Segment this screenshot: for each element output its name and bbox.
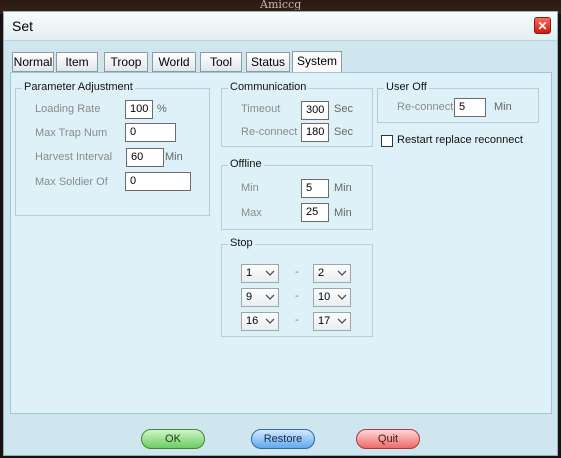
- chevron-down-icon: [265, 318, 275, 324]
- parameter-adjustment-title: Parameter Adjustment: [22, 81, 135, 93]
- offline-max-unit: Min: [334, 207, 352, 219]
- stop-row-1-to-select[interactable]: 2: [313, 264, 351, 283]
- offline-group: Offline Min 5 Min Max 25 Min: [221, 158, 373, 230]
- tab-item[interactable]: Item: [56, 52, 98, 72]
- harvest-interval-unit: Min: [165, 151, 183, 163]
- offline-title: Offline: [228, 158, 264, 170]
- system-panel: Parameter Adjustment Loading Rate 100 % …: [10, 72, 552, 414]
- timeout-unit: Sec: [334, 103, 353, 115]
- offline-min-label: Min: [241, 182, 259, 194]
- harvest-interval-label: Harvest Interval: [35, 151, 113, 163]
- tab-system[interactable]: System: [292, 51, 342, 73]
- user-off-reconnect-input[interactable]: 5: [454, 98, 486, 117]
- stop-row-1-from-value: 1: [246, 267, 253, 279]
- tab-world[interactable]: World: [152, 52, 196, 72]
- stop-row-2-to-select[interactable]: 10: [313, 288, 351, 307]
- timeout-input[interactable]: 300: [301, 101, 329, 120]
- user-off-group: User Off Re-connect 5 Min: [377, 81, 539, 123]
- communication-title: Communication: [228, 81, 309, 93]
- settings-dialog: Set ✕ Normal Item Troop World Tool Statu…: [3, 11, 558, 456]
- quit-button[interactable]: Quit: [356, 429, 420, 449]
- tab-tool[interactable]: Tool: [200, 52, 242, 72]
- tab-normal[interactable]: Normal: [12, 52, 54, 72]
- close-button[interactable]: ✕: [534, 17, 551, 34]
- comm-reconnect-label: Re-connect: [241, 126, 298, 138]
- stop-row-3-dash: -: [295, 314, 299, 326]
- comm-reconnect-input[interactable]: 180: [301, 123, 329, 142]
- loading-rate-input[interactable]: 100: [125, 100, 153, 119]
- stop-group: Stop 1 - 2 9 - 10 16 - 17: [221, 237, 373, 337]
- restart-replace-reconnect-label: Restart replace reconnect: [397, 134, 523, 146]
- dialog-title: Set: [12, 18, 34, 34]
- stop-row-1-from-select[interactable]: 1: [241, 264, 279, 283]
- stop-row-3-to-value: 17: [318, 315, 331, 327]
- stop-row-3-to-select[interactable]: 17: [313, 312, 351, 331]
- restart-replace-reconnect-checkbox[interactable]: [381, 135, 393, 147]
- max-trap-num-label: Max Trap Num: [35, 127, 108, 139]
- max-trap-num-input[interactable]: 0: [125, 123, 176, 142]
- stop-row-2-from-value: 9: [246, 291, 253, 303]
- stop-row-1-dash: -: [295, 266, 299, 278]
- timeout-label: Timeout: [241, 103, 281, 115]
- comm-reconnect-unit: Sec: [334, 126, 353, 138]
- background-game-title: Amiccg: [260, 0, 302, 10]
- chevron-down-icon: [265, 270, 275, 276]
- offline-max-label: Max: [241, 207, 262, 219]
- offline-min-input[interactable]: 5: [301, 179, 329, 198]
- loading-rate-unit: %: [157, 103, 167, 115]
- chevron-down-icon: [337, 294, 347, 300]
- user-off-reconnect-unit: Min: [494, 101, 512, 113]
- offline-min-unit: Min: [334, 182, 352, 194]
- communication-group: Communication Timeout 300 Sec Re-connect…: [221, 81, 373, 147]
- stop-row-3-from-value: 16: [246, 315, 259, 327]
- chevron-down-icon: [337, 270, 347, 276]
- tab-troop[interactable]: Troop: [104, 52, 148, 72]
- offline-max-input[interactable]: 25: [301, 203, 329, 222]
- stop-row-3-from-select[interactable]: 16: [241, 312, 279, 331]
- restore-button[interactable]: Restore: [251, 429, 315, 449]
- stop-title: Stop: [228, 237, 255, 249]
- parameter-adjustment-group: Parameter Adjustment Loading Rate 100 % …: [15, 81, 210, 216]
- loading-rate-label: Loading Rate: [35, 103, 101, 115]
- max-soldier-of-input[interactable]: 0: [125, 172, 191, 191]
- tab-status[interactable]: Status: [246, 52, 290, 72]
- user-off-reconnect-label: Re-connect: [397, 101, 454, 113]
- ok-button[interactable]: OK: [141, 429, 205, 449]
- max-soldier-of-label: Max Soldier Of: [35, 176, 108, 188]
- title-bar: Set ✕: [4, 12, 557, 41]
- chevron-down-icon: [265, 294, 275, 300]
- stop-row-2-to-value: 10: [318, 291, 331, 303]
- stop-row-1-to-value: 2: [318, 267, 325, 279]
- user-off-title: User Off: [384, 81, 429, 93]
- stop-row-2-from-select[interactable]: 9: [241, 288, 279, 307]
- close-icon: ✕: [537, 19, 548, 33]
- chevron-down-icon: [337, 318, 347, 324]
- harvest-interval-input[interactable]: 60: [126, 148, 164, 167]
- stop-row-2-dash: -: [295, 290, 299, 302]
